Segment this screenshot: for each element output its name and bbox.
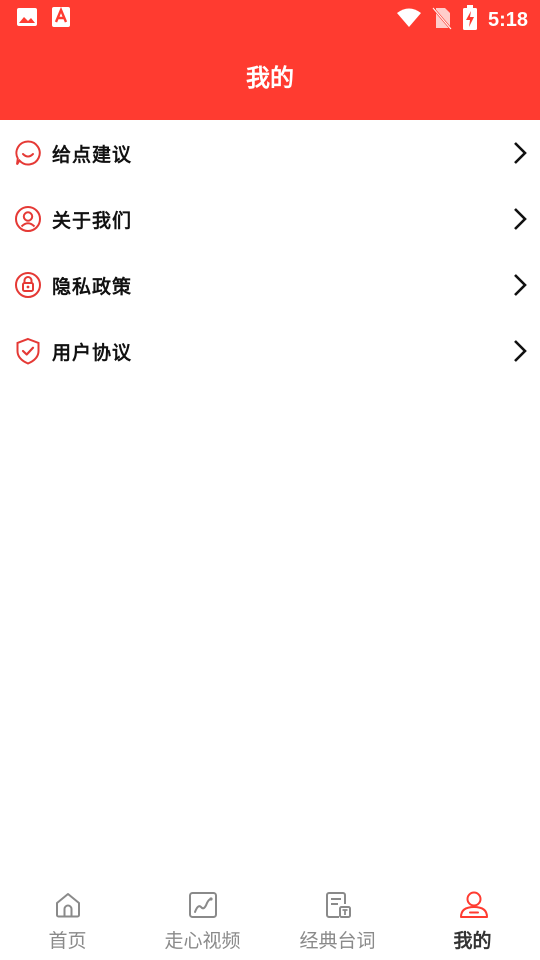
menu-item-label: 关于我们 <box>52 209 133 232</box>
chevron-right-icon <box>510 337 530 365</box>
user-circle-icon <box>13 204 43 234</box>
chevron-right-icon <box>510 139 530 167</box>
video-chart-icon <box>188 890 218 920</box>
menu-item-privacy-policy[interactable]: 隐私政策 <box>0 252 540 318</box>
status-bar-left <box>16 6 70 32</box>
lock-circle-icon <box>13 270 43 300</box>
no-sim-icon <box>432 6 452 34</box>
nav-tab-label: 经典台词 <box>299 930 376 952</box>
nav-tab-label: 首页 <box>48 930 87 952</box>
menu-list: 给点建议 关于我们 隐私政策 用户协议 <box>0 120 540 384</box>
chevron-right-icon <box>510 205 530 233</box>
header: 5:18 我的 <box>0 0 540 120</box>
chat-bubble-icon <box>13 138 43 168</box>
nav-tab-videos[interactable]: 走心视频 <box>135 880 270 960</box>
menu-item-about-us[interactable]: 关于我们 <box>0 186 540 252</box>
battery-charging-icon <box>462 5 478 35</box>
menu-item-label: 用户协议 <box>52 341 133 364</box>
home-icon <box>53 890 83 920</box>
document-text-icon <box>323 890 353 920</box>
menu-item-user-agreement[interactable]: 用户协议 <box>0 318 540 384</box>
nav-tab-classic-lines[interactable]: 经典台词 <box>270 880 405 960</box>
shield-check-icon <box>13 336 43 366</box>
bottom-nav: 首页 走心视频 经典台词 我的 <box>0 880 540 960</box>
status-bar: 5:18 <box>0 0 540 36</box>
wifi-icon <box>396 7 422 33</box>
app-a-icon <box>52 6 70 32</box>
nav-tab-label: 我的 <box>453 930 492 952</box>
nav-tab-mine[interactable]: 我的 <box>405 880 540 960</box>
chevron-right-icon <box>510 271 530 299</box>
status-bar-right: 5:18 <box>396 5 528 35</box>
nav-tab-home[interactable]: 首页 <box>0 880 135 960</box>
status-bar-time: 5:18 <box>487 8 528 31</box>
menu-item-feedback[interactable]: 给点建议 <box>0 120 540 186</box>
page-title: 我的 <box>246 64 294 92</box>
app-root: 5:18 我的 给点建议 关于我们 隐私政策 用户协议 首页 走心视频 经典台词… <box>0 0 540 960</box>
nav-tab-label: 走心视频 <box>164 930 241 952</box>
user-icon <box>458 890 488 920</box>
menu-item-label: 给点建议 <box>52 143 133 166</box>
menu-item-label: 隐私政策 <box>52 275 133 298</box>
image-icon <box>16 6 38 32</box>
